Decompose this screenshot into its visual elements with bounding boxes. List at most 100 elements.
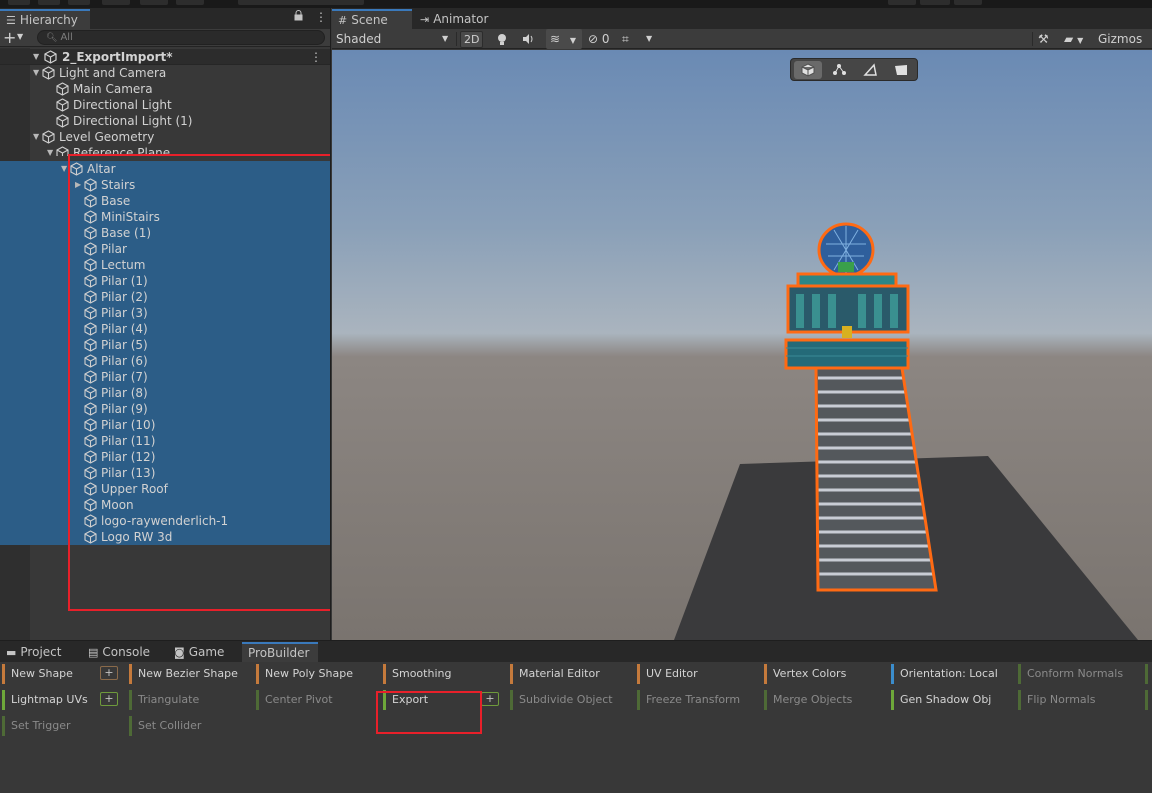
smoothing-button[interactable]: Smoothing [383,664,451,684]
toggle-2d-button[interactable]: 2D [460,31,484,48]
hierarchy-search-input[interactable]: 🔍︎ All [37,30,325,45]
merge-objects-button[interactable]: Merge Objects [764,690,852,710]
scene-render [674,222,1138,640]
toolbar-remnant [68,0,90,5]
edge-mode-icon[interactable] [856,61,884,79]
bottom-tab-bar: ▬ Project ▤ Console ◙ Game ProBuilder [0,641,1152,662]
set-collider-button[interactable]: Set Collider [129,716,201,736]
gizmos-dropdown[interactable]: Gizmos [1098,29,1142,49]
orientation-label: Orientation: Local [900,667,998,680]
tree-row[interactable]: ▼ Light and Camera [0,65,330,81]
new-poly-shape-button[interactable]: New Poly Shape [256,664,353,684]
conform-normals-label: Conform Normals [1027,667,1124,680]
tree-row-label: Level Geometry [59,130,155,144]
new-bezier-shape-label: New Bezier Shape [138,667,238,680]
triangulate-button[interactable]: Triangulate [129,690,199,710]
freeze-transform-label: Freeze Transform [646,693,741,706]
vertex-mode-icon[interactable] [825,61,853,79]
tab-game[interactable]: ◙ Game [168,642,240,662]
stairs-steps [818,376,933,576]
new-shape-button[interactable]: New Shape [2,664,73,684]
layers-icon: ≋ [550,32,561,46]
search-icon: 🔍︎ [46,33,58,43]
tab-scene-label: Scene [351,13,388,27]
freeze-transform-button[interactable]: Freeze Transform [637,690,740,710]
center-pivot-button[interactable]: Center Pivot [256,690,333,710]
tree-row-label: Main Camera [73,82,153,96]
scene-name: 2_ExportImport* [62,50,173,64]
object-mode-icon[interactable] [794,61,822,79]
orientation-button[interactable]: Orientation: Local [891,664,998,684]
tab-hierarchy-label: Hierarchy [19,13,78,27]
expand-arrow-icon[interactable]: ▼ [33,129,39,145]
new-shape-label: New Shape [11,667,73,680]
camera-dropdown[interactable]: ▰ ▼ [1064,29,1083,49]
lock-icon[interactable] [294,10,303,24]
flip-normals-button[interactable]: Flip Normals [1018,690,1095,710]
tab-game-label: Game [188,645,225,659]
export-options-button[interactable]: + [481,692,499,706]
tree-row[interactable]: Directional Light (1) [0,113,330,129]
tab-probuilder[interactable]: ProBuilder [242,642,318,662]
expand-arrow-icon[interactable]: ▼ [33,49,39,65]
toolbar-remnant [238,0,364,5]
grid-toggle-icon[interactable]: ⌗ [622,29,629,49]
hidden-count: 0 [601,32,610,46]
tab-hierarchy[interactable]: ☰ Hierarchy [0,9,90,29]
lightmap-uvs-button[interactable]: Lightmap UVs [2,690,88,710]
truncated-button[interactable] [1145,690,1152,710]
tab-project-label: Project [20,645,62,659]
chevron-down-icon[interactable]: ▼ [646,29,652,49]
center-pivot-label: Center Pivot [265,693,333,706]
gen-shadow-obj-label: Gen Shadow Obj [900,693,992,706]
chevron-down-icon: ▼ [569,36,577,45]
expand-arrow-icon[interactable]: ▼ [33,65,39,81]
tab-console-label: Console [102,645,151,659]
face-mode-icon[interactable] [887,61,915,79]
gameobject-cube-icon [42,130,55,144]
tree-row[interactable]: Main Camera [0,81,330,97]
audio-toggle-icon[interactable] [522,29,535,49]
expand-arrow-icon[interactable]: ▼ [47,145,53,156]
grid-icon: # [338,14,348,27]
expand-arrow-icon[interactable]: ▼ [61,161,67,177]
tab-animator-label: Animator [433,12,489,26]
set-trigger-label: Set Trigger [11,719,71,732]
material-editor-button[interactable]: Material Editor [510,664,600,684]
scene-root-row[interactable]: ▼ 2_ExportImport* ⋮ [0,49,330,65]
chevron-down-icon[interactable]: ▼ [17,32,23,41]
tab-console[interactable]: ▤ Console [82,642,166,662]
add-object-button[interactable]: + [3,28,16,47]
effects-dropdown[interactable]: ≋ ▼ [546,29,582,49]
shading-mode-value: Shaded [336,32,382,46]
hidden-objects-toggle[interactable]: ⊘ 0 [588,29,610,49]
toolbar-remnant [176,0,204,5]
new-shape-options-button[interactable]: + [100,666,118,680]
tab-project[interactable]: ▬ Project [0,642,80,662]
merge-objects-label: Merge Objects [773,693,853,706]
tree-row[interactable]: Directional Light [0,97,330,113]
shading-mode-dropdown[interactable]: Shaded ▼ [336,29,452,49]
toolbar-remnant [102,0,130,5]
truncated-button[interactable] [1145,664,1152,684]
tree-row[interactable]: ▼ Level Geometry [0,129,330,145]
tools-icon[interactable]: ⚒ [1038,29,1049,49]
tab-scene[interactable]: # Scene [332,9,412,29]
uv-editor-button[interactable]: UV Editor [637,664,698,684]
scene-menu-icon[interactable]: ⋮ [310,49,322,65]
scene-toolbar: Shaded ▼ 2D ≋ ▼ ⊘ 0 ⌗ ▼ ⚒ ▰ ▼ Gizmos [332,29,1152,49]
flip-normals-label: Flip Normals [1027,693,1096,706]
tab-animator[interactable]: ⇥ Animator [414,9,504,29]
lightmap-uvs-options-button[interactable]: + [100,692,118,706]
vertex-colors-button[interactable]: Vertex Colors [764,664,846,684]
conform-normals-button[interactable]: Conform Normals [1018,664,1123,684]
gen-shadow-obj-button[interactable]: Gen Shadow Obj [891,690,991,710]
new-bezier-shape-button[interactable]: New Bezier Shape [129,664,238,684]
set-trigger-button[interactable]: Set Trigger [2,716,71,736]
lighting-toggle-icon[interactable] [497,29,507,49]
panel-menu-icon[interactable]: ⋮ [315,10,327,24]
hierarchy-tab-bar: ☰ Hierarchy ⋮ [0,8,330,29]
scene-viewport[interactable] [332,50,1152,640]
subdivide-object-button[interactable]: Subdivide Object [510,690,613,710]
plus-icon: + [104,666,114,679]
